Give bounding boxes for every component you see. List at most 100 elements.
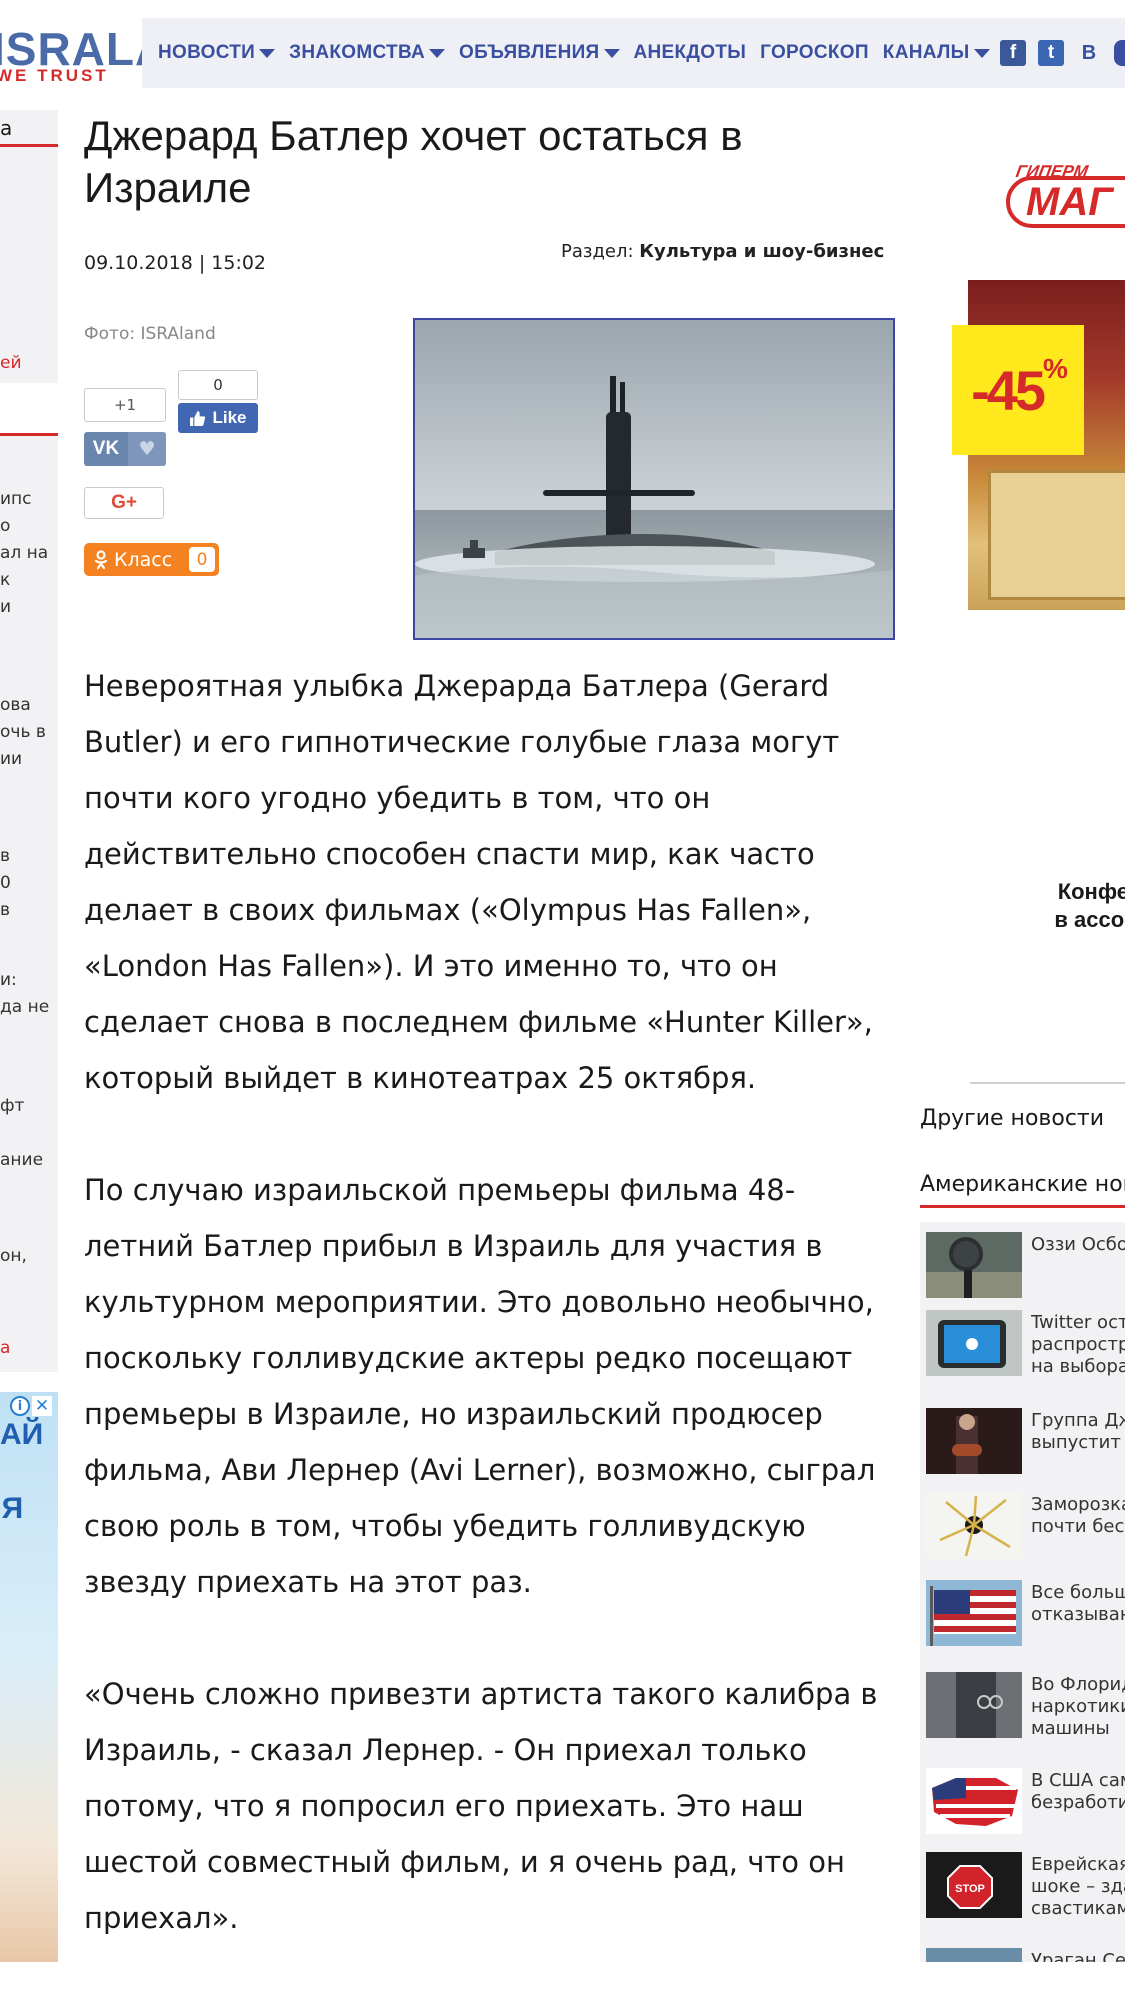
close-icon[interactable]: ✕ xyxy=(32,1396,52,1416)
more-social-icon[interactable] xyxy=(1114,40,1125,66)
ad-caption-line: в ассорти xyxy=(1054,907,1125,932)
facebook-like-count: 0 xyxy=(178,370,258,400)
nav-news[interactable]: НОВОСТИ xyxy=(158,42,276,64)
article-title: Джерард Батлер хочет остаться в Израиле xyxy=(84,112,743,211)
left-sidebar-link-fragment[interactable]: а xyxy=(0,1335,10,1362)
news-headline-line: Все больш xyxy=(1031,1582,1125,1603)
social-links: f t В xyxy=(1000,40,1125,66)
chevron-down-icon xyxy=(603,48,620,58)
chevron-down-icon xyxy=(973,48,990,58)
news-list-item[interactable]: Группа Дж выпустит п xyxy=(926,1408,1125,1486)
odnoklassniki-button[interactable]: Класс 0 xyxy=(84,543,219,576)
vk-share-button[interactable]: VK ♥ xyxy=(84,432,166,466)
news-list-item[interactable]: Заморозка почти бесс xyxy=(926,1492,1125,1570)
logo-sub-text: WE TRUST xyxy=(0,66,109,85)
news-thumbnail xyxy=(926,1408,1022,1474)
left-sidebar-text-fragment[interactable]: ал на xyxy=(0,540,48,567)
left-sidebar-text-fragment[interactable]: ова xyxy=(0,692,31,719)
article-section: Раздел: Культура и шоу-бизнес xyxy=(561,241,884,262)
left-sidebar-text-fragment[interactable]: и: xyxy=(0,967,17,994)
odnoklassniki-count: 0 xyxy=(189,547,215,572)
facebook-icon[interactable]: f xyxy=(1000,40,1026,66)
news-thumbnail xyxy=(926,1310,1022,1376)
chevron-down-icon xyxy=(429,48,446,58)
facebook-like-button[interactable]: Like xyxy=(178,403,258,433)
news-headline-line: отказываю xyxy=(1031,1604,1125,1625)
news-headline: Оззи Осбо xyxy=(1031,1234,1125,1256)
left-sidebar-text-fragment[interactable]: 0 xyxy=(0,870,11,897)
news-headline: Все больш отказываю xyxy=(1031,1582,1125,1626)
sale-value: -45 xyxy=(971,358,1046,422)
news-headline-line: свастикам xyxy=(1031,1898,1125,1919)
article-paragraph: По случаю израильской премьеры фильма 48… xyxy=(84,1173,876,1599)
left-sidebar-text-fragment[interactable]: ипс xyxy=(0,486,32,513)
photo-credit: Фото: ISRAland xyxy=(84,324,216,344)
left-sidebar-text-fragment[interactable]: в xyxy=(0,897,10,924)
google-plus-button[interactable]: G+ xyxy=(84,487,164,519)
left-sidebar-text-fragment[interactable]: очь в xyxy=(0,719,46,746)
news-headline-line: Во Флорид xyxy=(1031,1674,1125,1695)
news-headline-line: Twitter оста xyxy=(1031,1312,1125,1333)
left-sidebar: а ей ипс о ал на к и ова очь в ии в 0 в … xyxy=(0,110,58,1372)
left-sidebar-text-fragment[interactable]: да не xyxy=(0,994,49,1021)
left-ad-banner[interactable]: i ✕ АЙ ЯЯ xyxy=(0,1392,58,1962)
right-sidebar: ГИПЕРМ МАГ -45% Конфеты в ассорти Другие… xyxy=(920,110,1125,1962)
news-list-item[interactable]: Twitter оста распростра на выбора xyxy=(926,1310,1125,1388)
left-sidebar-heading-fragment: а xyxy=(0,116,13,140)
left-sidebar-text-fragment[interactable]: ание xyxy=(0,1147,43,1174)
news-category-underline xyxy=(920,1205,1125,1208)
news-headline-line: Ураган Сег xyxy=(1031,1950,1125,1962)
news-list-item[interactable]: В США сам безработи xyxy=(926,1768,1125,1846)
nav-channels-label: КАНАЛЫ xyxy=(882,42,970,63)
news-thumbnail xyxy=(926,1232,1022,1298)
news-headline-line: В США сам xyxy=(1031,1770,1125,1791)
news-list-item[interactable]: Во Флорид наркотики машины xyxy=(926,1672,1125,1750)
news-category-heading[interactable]: Американские нов xyxy=(920,1172,1125,1197)
news-headline: Twitter оста распростра на выбора xyxy=(1031,1312,1125,1378)
news-list-item[interactable]: Оззи Осбо xyxy=(926,1232,1125,1310)
svg-text:STOP: STOP xyxy=(955,1883,985,1895)
info-icon[interactable]: i xyxy=(10,1396,30,1416)
article-photo[interactable] xyxy=(413,318,895,640)
ad-caption[interactable]: Конфеты в ассорти xyxy=(1008,878,1125,934)
news-list-item[interactable]: Ураган Сег xyxy=(926,1948,1125,1962)
left-sidebar-link-fragment[interactable]: ей xyxy=(0,350,22,377)
news-thumbnail xyxy=(926,1768,1022,1834)
news-headline: В США сам безработи xyxy=(1031,1770,1125,1814)
section-link[interactable]: Культура и шоу-бизнес xyxy=(639,241,884,262)
nav-classifieds[interactable]: ОБЪЯВЛЕНИЯ xyxy=(459,42,620,64)
nav-dating[interactable]: ЗНАКОМСТВА xyxy=(289,42,446,64)
article-paragraph: Невероятная улыбка Джерарда Батлера (Ger… xyxy=(84,669,873,1095)
plus-one-button[interactable]: +1 xyxy=(84,388,166,422)
hypermarket-logo[interactable]: ГИПЕРМ МАГ xyxy=(1006,150,1125,230)
news-thumbnail xyxy=(926,1492,1022,1558)
news-list: Оззи Осбо Twitter оста распростра на выб… xyxy=(920,1222,1125,1962)
twitter-icon[interactable]: t xyxy=(1038,40,1064,66)
left-sidebar-text-fragment[interactable]: в xyxy=(0,843,10,870)
left-sidebar-text-fragment[interactable]: к xyxy=(0,567,10,594)
news-list-item[interactable]: Все больш отказываю xyxy=(926,1580,1125,1658)
sale-percent: % xyxy=(1043,353,1068,384)
left-sidebar-text-fragment[interactable]: о xyxy=(0,513,10,540)
left-sidebar-text-fragment[interactable]: он, xyxy=(0,1243,27,1270)
news-headline-line: почти бесс xyxy=(1031,1516,1125,1537)
left-sidebar-text-fragment[interactable]: ии xyxy=(0,746,22,773)
news-headline-line: распростра xyxy=(1031,1334,1125,1355)
news-thumbnail: STOP xyxy=(926,1852,1022,1918)
nav-jokes[interactable]: АНЕКДОТЫ xyxy=(634,42,747,64)
left-sidebar-text-fragment[interactable]: и xyxy=(0,594,11,621)
nav-dating-label: ЗНАКОМСТВА xyxy=(289,42,426,63)
site-logo[interactable]: ISRALAND WE TRUST xyxy=(0,18,142,88)
vk-icon[interactable]: В xyxy=(1076,40,1102,66)
other-news-heading[interactable]: Другие новости xyxy=(920,1106,1104,1131)
news-headline: Группа Дж выпустит п xyxy=(1031,1410,1125,1454)
sidebar-divider xyxy=(970,1082,1125,1084)
news-list-item[interactable]: STOP Еврейская шоке – зда свастикам xyxy=(926,1852,1125,1930)
news-thumbnail xyxy=(926,1672,1022,1738)
hypermarket-logo-brand: МАГ xyxy=(1006,176,1125,228)
news-headline-line: безработи xyxy=(1031,1792,1125,1813)
nav-horoscope[interactable]: ГОРОСКОП xyxy=(760,42,869,64)
chevron-down-icon xyxy=(259,48,276,58)
nav-channels[interactable]: КАНАЛЫ xyxy=(883,42,990,64)
left-sidebar-text-fragment[interactable]: фт xyxy=(0,1093,24,1120)
